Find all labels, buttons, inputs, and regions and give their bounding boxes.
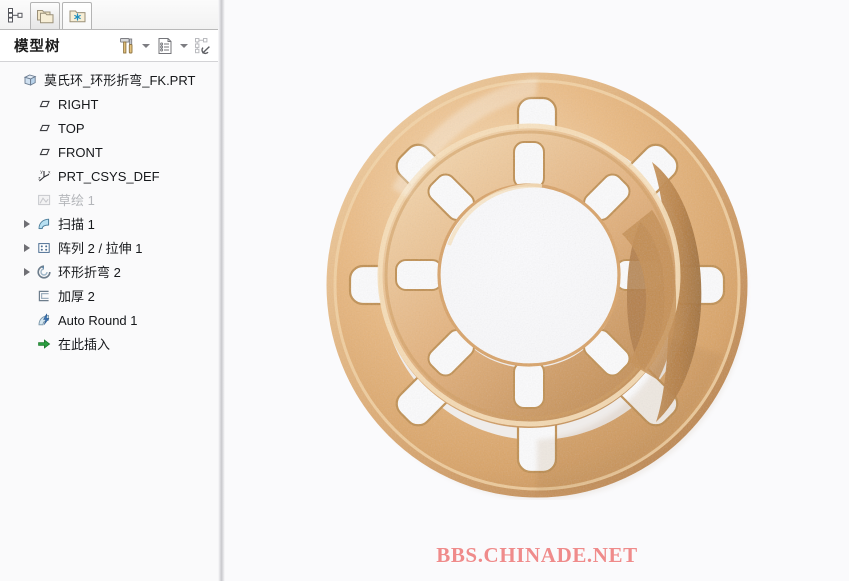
datum-plane-icon (34, 95, 53, 114)
tree-node-label: RIGHT (58, 96, 99, 112)
tree-node-label: TOP (58, 120, 85, 136)
tree-node-label: 在此插入 (58, 336, 111, 352)
panel-tabstrip (0, 0, 218, 30)
expander-toggle[interactable] (20, 260, 34, 284)
chevron-down-icon (141, 43, 150, 48)
tree-node-label: 莫氏环_环形折弯_FK.PRT (44, 72, 196, 88)
tree-node-label: 阵列 2 / 拉伸 1 (58, 240, 143, 256)
tree-node-label: FRONT (58, 144, 103, 160)
tree-node-part[interactable]: 莫氏环_环形折弯_FK.PRT (0, 68, 218, 92)
toroidal-bent-slotted-ring-svg (326, 72, 748, 500)
chevron-right-icon (24, 220, 30, 228)
svg-text:y: y (40, 169, 43, 174)
tree-node-label: 加厚 2 (58, 288, 95, 304)
tree-node-sweep[interactable]: 扫描 1 (0, 212, 218, 236)
graphics-viewport[interactable]: BBS.CHINADE.NET (225, 0, 849, 581)
toroidal-bend-icon (34, 263, 53, 282)
model-tree-panel: 模型树 莫氏环_环形折弯_FK.PRT RIGHT TOP FRONT y z … (0, 0, 218, 581)
expander-toggle[interactable] (20, 212, 34, 236)
datum-plane-icon (34, 143, 53, 162)
sketch-icon (34, 191, 53, 210)
tree-node-label: Auto Round 1 (58, 312, 138, 328)
3d-model[interactable] (322, 70, 752, 500)
model-tree-list[interactable]: 莫氏环_环形折弯_FK.PRT RIGHT TOP FRONT y z x PR… (0, 62, 218, 581)
hammer-dropdown-caret[interactable] (139, 34, 152, 58)
model-tree-header: 模型树 (0, 30, 218, 62)
tree-node-insert-here[interactable]: 在此插入 (0, 332, 218, 356)
part-cube-icon (20, 71, 39, 90)
stacked-folders-icon (36, 10, 53, 24)
hammer-screwdriver-icon[interactable] (115, 34, 138, 58)
application-window: 模型树 莫氏环_环形折弯_FK.PRT RIGHT TOP FRONT y z … (0, 0, 849, 581)
sweep-icon (34, 215, 53, 234)
chevron-down-icon (179, 43, 188, 48)
insert-here-arrow-icon (34, 335, 53, 354)
svg-text:x: x (48, 170, 51, 175)
tree-node-pattern[interactable]: 阵列 2 / 拉伸 1 (0, 236, 218, 260)
expander-toggle[interactable] (20, 236, 34, 260)
list-document-icon-svg (158, 37, 171, 54)
tree-node-label: 环形折弯 2 (58, 264, 121, 280)
auto-round-icon (34, 311, 53, 330)
tree-node-toroidal-bend[interactable]: 环形折弯 2 (0, 260, 218, 284)
chevron-right-icon (24, 244, 30, 252)
header-toolbar (115, 34, 214, 58)
tree-node-label: 扫描 1 (58, 216, 95, 232)
tree-node-thicken[interactable]: 加厚 2 (0, 284, 218, 308)
chevron-right-icon (24, 268, 30, 276)
tree-node-right[interactable]: RIGHT (0, 92, 218, 116)
datum-plane-icon (34, 119, 53, 138)
panel-splitter[interactable] (218, 0, 225, 581)
tree-node-top[interactable]: TOP (0, 116, 218, 140)
tree-structure-icon[interactable] (2, 1, 28, 29)
tree-node-csys[interactable]: y z x PRT_CSYS_DEF (0, 164, 218, 188)
tree-node-front[interactable]: FRONT (0, 140, 218, 164)
tree-structure-icon-svg (7, 7, 22, 22)
tab-favorites[interactable] (62, 2, 92, 29)
tree-node-label: PRT_CSYS_DEF (58, 168, 160, 184)
coordinate-system-icon: y z x (34, 167, 53, 186)
folder-star-icon (69, 10, 85, 23)
tab-folders[interactable] (30, 2, 60, 29)
tree-filter-icon[interactable] (191, 34, 214, 58)
list-document-icon[interactable] (153, 34, 176, 58)
tree-filter-icon-svg (194, 37, 210, 54)
page-title: 模型树 (14, 39, 61, 55)
hammer-screwdriver-icon-svg (119, 37, 132, 53)
watermark-text: BBS.CHINADE.NET (436, 543, 638, 567)
model-body (326, 72, 748, 498)
tree-node-sketch[interactable]: 草绘 1 (0, 188, 218, 212)
pattern-icon (34, 239, 53, 258)
tree-node-auto-round[interactable]: Auto Round 1 (0, 308, 218, 332)
thicken-icon (34, 287, 53, 306)
tree-node-label: 草绘 1 (58, 192, 95, 208)
list-dropdown-caret[interactable] (177, 34, 190, 58)
